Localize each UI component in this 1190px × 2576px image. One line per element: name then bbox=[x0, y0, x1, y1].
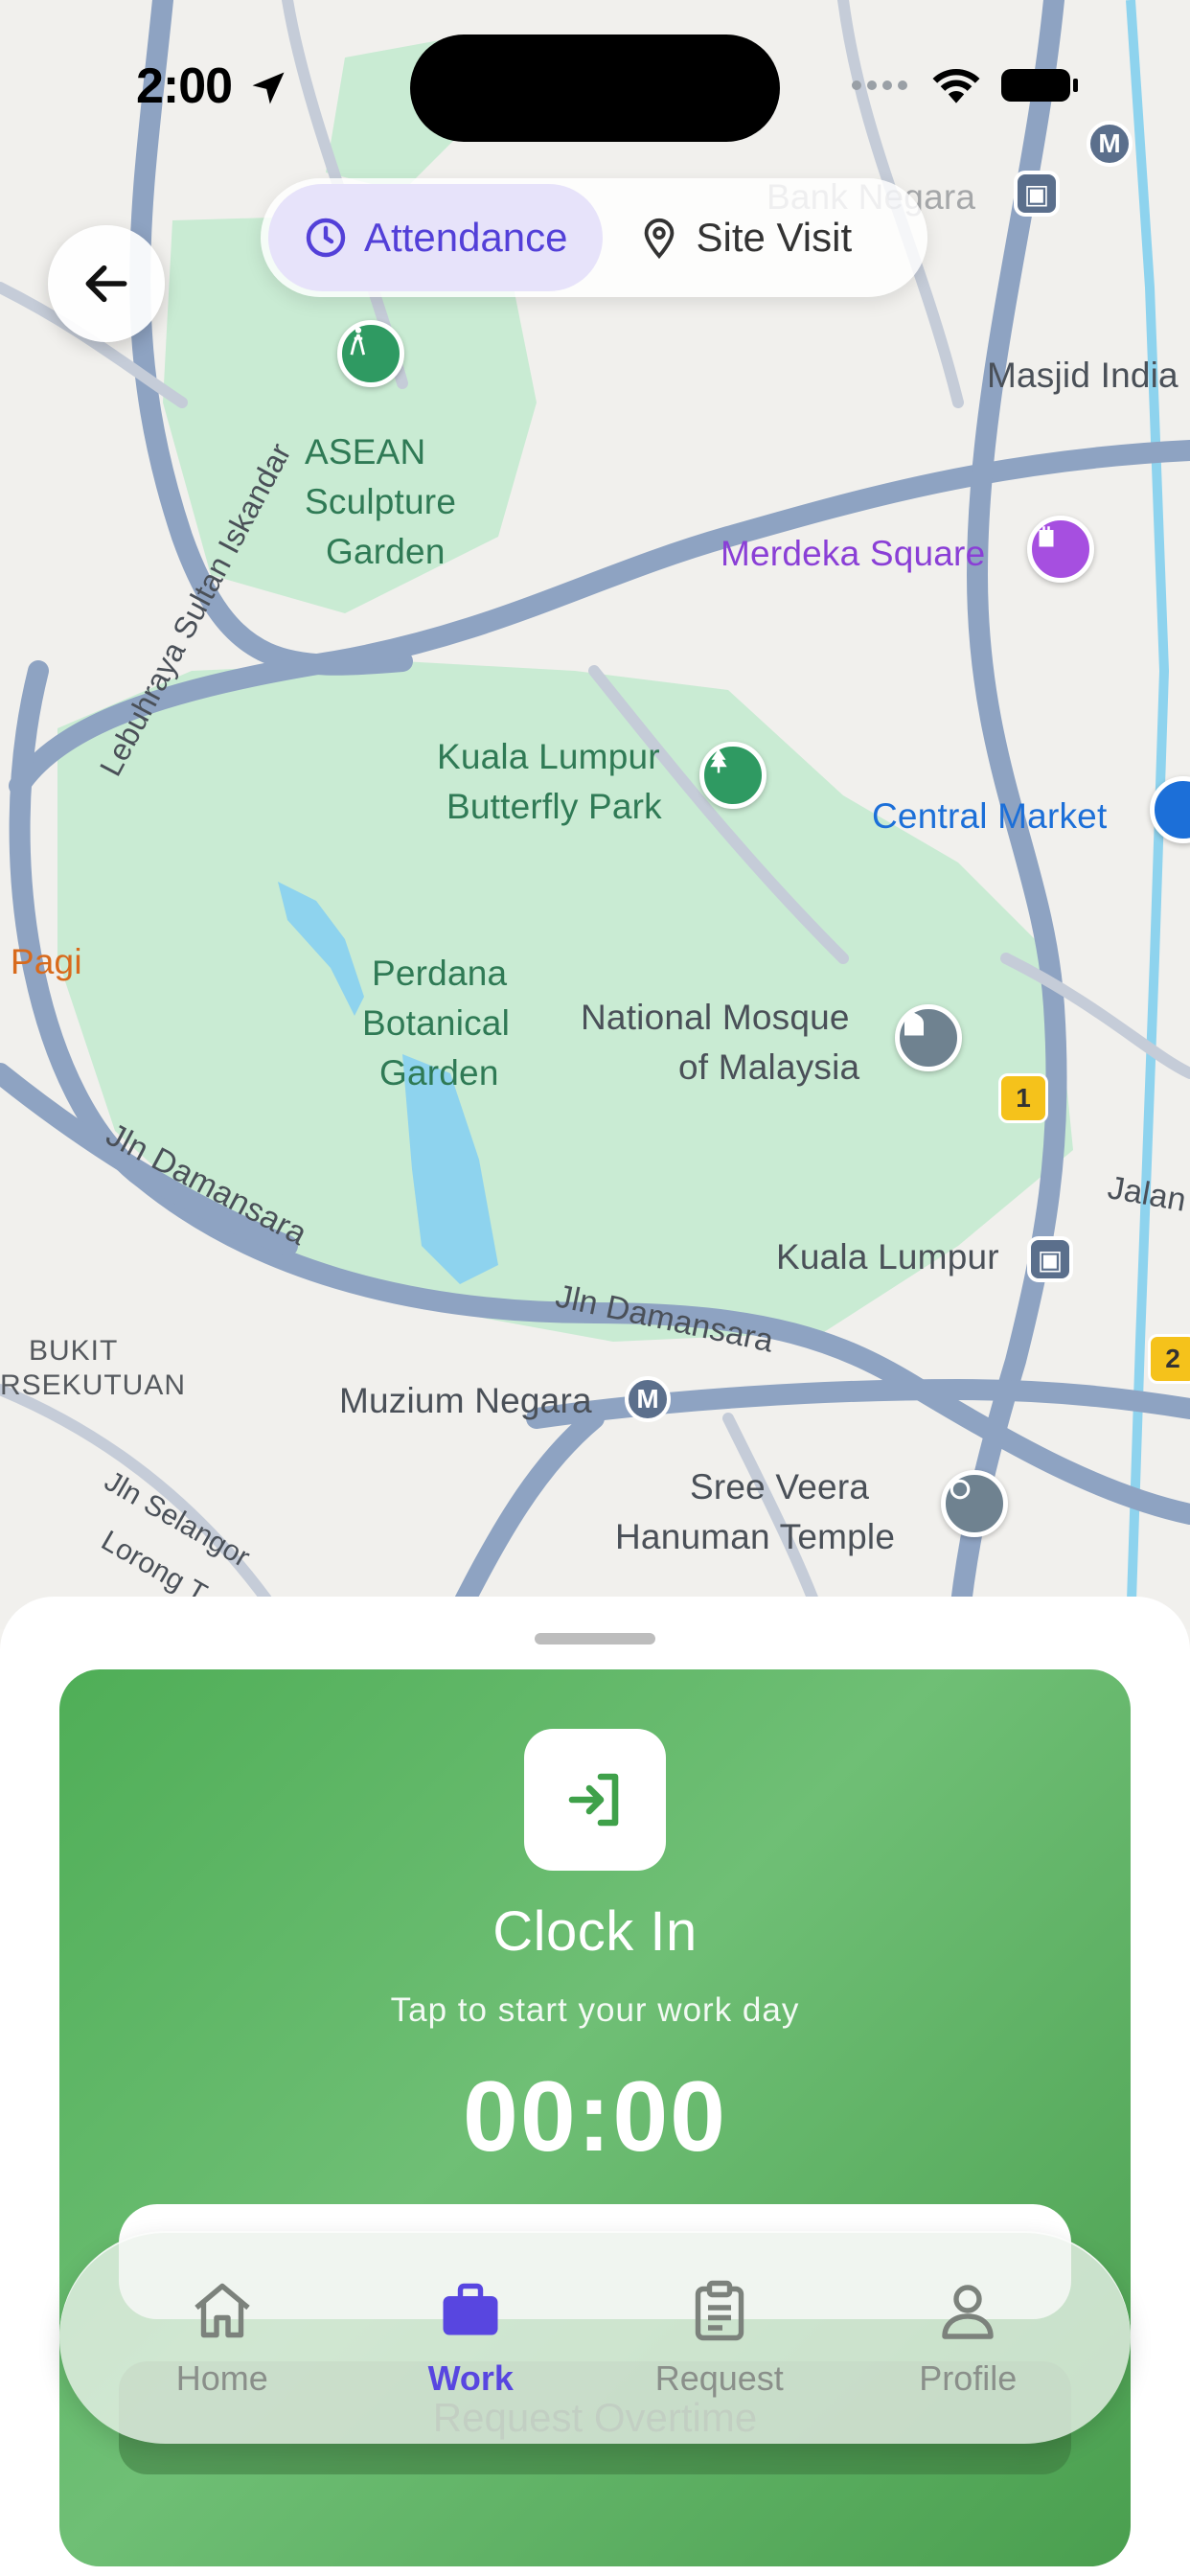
map-label-mosque-2: of Malaysia bbox=[678, 1047, 860, 1087]
hiking-pin-icon bbox=[337, 320, 404, 387]
tab-work[interactable]: Work bbox=[365, 2276, 576, 2399]
route-shield-icon: 2 bbox=[1148, 1334, 1190, 1384]
arrow-left-icon bbox=[85, 264, 127, 303]
map-label-butterfly-1: Kuala Lumpur bbox=[437, 737, 660, 776]
map-label-asean-2: Sculpture bbox=[305, 482, 457, 521]
login-arrow-icon bbox=[568, 1773, 619, 1827]
location-arrow-icon bbox=[252, 72, 285, 104]
signal-icon bbox=[852, 80, 907, 90]
sheet-grabber[interactable] bbox=[535, 1633, 655, 1644]
tab-home[interactable]: Home bbox=[117, 2276, 328, 2399]
tab-attendance[interactable]: Attendance bbox=[268, 184, 603, 291]
map-label-butterfly-2: Butterfly Park bbox=[446, 787, 662, 826]
temple-pin-icon bbox=[941, 1470, 1008, 1537]
map-label-merdeka-square: Merdeka Square bbox=[721, 534, 986, 573]
map-label-bukit-1: BUKIT bbox=[29, 1335, 119, 1367]
work-timer: 00:00 bbox=[463, 2061, 727, 2173]
map-label-bukit-2: RSEKUTUAN bbox=[0, 1369, 187, 1401]
metro-icon: M bbox=[625, 1376, 671, 1422]
clock-in-subtitle: Tap to start your work day bbox=[390, 1991, 800, 2029]
map-label-botanical-2: Botanical bbox=[362, 1003, 511, 1043]
clock-in-title: Clock In bbox=[492, 1900, 698, 1963]
location-pin-icon bbox=[644, 218, 674, 260]
map-label-botanical-1: Perdana bbox=[372, 954, 508, 993]
tab-site-visit[interactable]: Site Visit bbox=[603, 184, 887, 291]
dynamic-island bbox=[410, 34, 780, 142]
tab-bar: Home Work Request Profile bbox=[59, 2231, 1131, 2444]
map-label-sree-2: Hanuman Temple bbox=[615, 1517, 896, 1556]
mode-toggle: Attendance Site Visit bbox=[261, 178, 927, 297]
tab-request[interactable]: Request bbox=[614, 2276, 825, 2399]
back-button[interactable] bbox=[48, 225, 165, 342]
tab-request-label: Request bbox=[654, 2358, 784, 2398]
train-station-icon: ▣ bbox=[1027, 1236, 1073, 1282]
tab-site-visit-label: Site Visit bbox=[696, 215, 853, 260]
home-icon bbox=[195, 2283, 250, 2338]
map-label-asean-1: ASEAN bbox=[305, 432, 426, 472]
clock-in-icon-box bbox=[524, 1729, 666, 1871]
tab-profile-label: Profile bbox=[919, 2358, 1018, 2398]
metro-icon: M bbox=[1087, 121, 1133, 167]
person-icon bbox=[942, 2285, 994, 2339]
map-label-botanical-3: Garden bbox=[379, 1053, 499, 1092]
map-label-pagi: i Pagi bbox=[0, 942, 82, 981]
transit-station-icon: ▣ bbox=[1014, 171, 1060, 217]
tab-profile[interactable]: Profile bbox=[862, 2276, 1073, 2399]
status-icons bbox=[851, 65, 1079, 105]
status-time: 2:00 bbox=[136, 58, 233, 114]
briefcase-icon bbox=[443, 2283, 498, 2335]
tab-work-label: Work bbox=[427, 2358, 514, 2398]
tree-pin-icon bbox=[699, 742, 767, 809]
map-label-sree-1: Sree Veera bbox=[690, 1467, 870, 1506]
route-shield-icon: 1 bbox=[998, 1073, 1048, 1123]
battery-icon bbox=[1001, 69, 1078, 102]
map-label-masjid-india: Masjid India bbox=[987, 356, 1179, 395]
clipboard-icon bbox=[695, 2280, 744, 2341]
map-label-muzium-negara: Muzium Negara bbox=[339, 1381, 592, 1420]
mosque-pin-icon bbox=[895, 1004, 962, 1071]
map-label-kuala-lumpur: Kuala Lumpur bbox=[776, 1237, 999, 1276]
map-label-asean-3: Garden bbox=[326, 532, 446, 571]
clock-icon bbox=[306, 218, 346, 258]
wifi-icon bbox=[932, 68, 980, 104]
landmark-pin-icon bbox=[1027, 516, 1094, 583]
map-label-central-market: Central Market bbox=[872, 796, 1108, 836]
map-label-mosque-1: National Mosque bbox=[581, 998, 850, 1037]
tab-attendance-label: Attendance bbox=[364, 215, 568, 260]
tab-home-label: Home bbox=[175, 2358, 268, 2398]
